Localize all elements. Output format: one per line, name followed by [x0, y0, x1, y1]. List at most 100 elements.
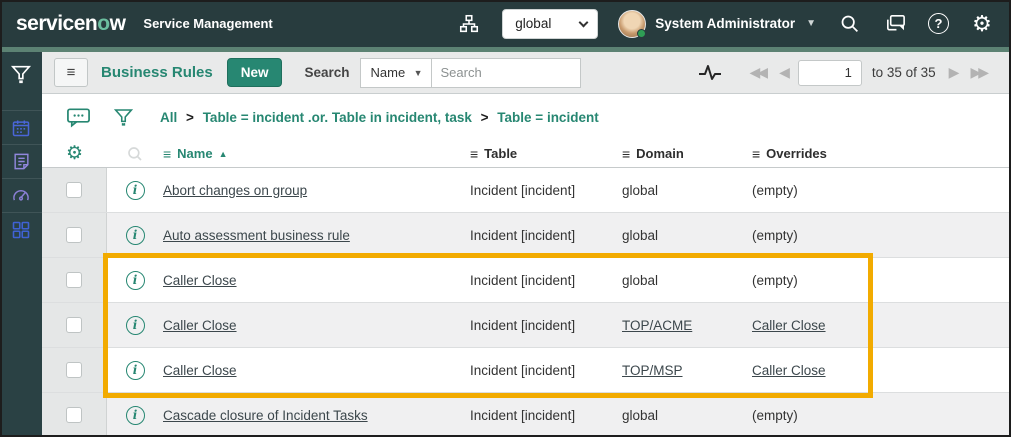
column-menu-icon: ≡	[752, 145, 761, 162]
table-cell: Incident [incident]	[470, 407, 576, 423]
filter-navigator-icon[interactable]	[0, 54, 42, 94]
record-link[interactable]: Caller Close	[163, 363, 237, 378]
user-menu[interactable]: System Administrator ▼	[618, 9, 816, 38]
row-checkbox[interactable]	[66, 407, 82, 423]
record-link[interactable]: Cascade closure of Incident Tasks	[163, 408, 368, 423]
servicenow-logo: servicenow	[16, 11, 126, 35]
overrides-cell: (empty)	[752, 227, 798, 243]
help-icon[interactable]: ?	[928, 13, 949, 34]
page-number-input[interactable]	[797, 59, 862, 86]
list-title: Business Rules	[101, 64, 213, 81]
document-icon[interactable]	[0, 144, 42, 178]
global-search-icon[interactable]	[836, 11, 862, 37]
info-icon[interactable]: i	[125, 315, 145, 335]
record-link[interactable]: Abort changes on group	[163, 183, 307, 198]
domain-cell: global	[622, 272, 659, 288]
table-cell: Incident [incident]	[470, 317, 576, 333]
table-cell: Incident [incident]	[470, 182, 576, 198]
column-search-icon[interactable]	[126, 145, 144, 163]
row-range-label: to 35 of 35	[871, 65, 936, 80]
breadcrumb-separator: >	[186, 109, 194, 125]
accent-strip	[0, 47, 1011, 52]
list-toolbar: ≡ Business Rules New Search Name ▼ ◀◀ ◀ …	[42, 52, 1011, 94]
list-rows: i Abort changes on group Incident [incid…	[42, 168, 1011, 437]
edge-sidebar	[0, 52, 42, 437]
servicenow-window: servicenow Service Management global Sys…	[0, 0, 1011, 437]
list-search-input[interactable]	[430, 57, 581, 88]
filter-icon[interactable]	[113, 106, 134, 128]
search-column-select[interactable]: Name ▼	[359, 57, 432, 88]
row-checkbox[interactable]	[66, 227, 82, 243]
column-header-name[interactable]: ≡ Name ▲	[163, 146, 470, 162]
connect-sitemap-icon[interactable]	[456, 11, 482, 37]
info-icon[interactable]: i	[125, 225, 145, 245]
domain-cell: global	[622, 182, 659, 198]
caret-down-icon: ▼	[806, 18, 816, 29]
new-button[interactable]: New	[226, 58, 283, 87]
sidebar-favorites-group	[0, 110, 42, 246]
record-link[interactable]: Caller Close	[163, 273, 237, 288]
row-checkbox[interactable]	[66, 272, 82, 288]
chat-icon[interactable]	[882, 11, 908, 37]
column-header-table[interactable]: ≡ Table	[470, 146, 622, 162]
settings-gear-icon[interactable]: ⚙	[969, 11, 995, 37]
overrides-cell: (empty)	[752, 182, 798, 198]
breadcrumb: All > Table = incident .or. Table in inc…	[160, 110, 599, 125]
row-checkbox[interactable]	[66, 182, 82, 198]
info-icon[interactable]: i	[125, 270, 145, 290]
table-row: i Caller Close Incident [incident] globa…	[42, 258, 1011, 303]
row-checkbox[interactable]	[66, 317, 82, 333]
activity-stream-icon[interactable]	[697, 61, 723, 85]
first-page-button[interactable]: ◀◀	[743, 64, 773, 81]
list-context-menu-button[interactable]: ≡	[54, 58, 88, 87]
column-menu-icon: ≡	[163, 145, 172, 162]
overrides-cell: (empty)	[752, 407, 798, 423]
info-icon[interactable]: i	[125, 360, 145, 380]
search-label: Search	[304, 65, 350, 80]
info-icon[interactable]: i	[125, 405, 145, 425]
overrides-cell: (empty)	[752, 272, 798, 288]
row-checkbox[interactable]	[66, 362, 82, 378]
table-cell: Incident [incident]	[470, 362, 576, 378]
column-menu-icon: ≡	[470, 145, 479, 162]
scope-select-value: global	[515, 16, 552, 31]
avatar	[618, 9, 647, 38]
record-link[interactable]: Auto assessment business rule	[163, 228, 350, 243]
info-icon[interactable]: i	[125, 180, 145, 200]
domain-cell: global	[622, 227, 659, 243]
domain-scope-select[interactable]: global	[502, 8, 599, 39]
previous-page-button[interactable]: ◀	[772, 64, 794, 81]
column-header-overrides[interactable]: ≡ Overrides	[752, 146, 1011, 162]
user-name: System Administrator	[655, 16, 796, 31]
table-row: i Abort changes on group Incident [incid…	[42, 168, 1011, 213]
next-page-button[interactable]: ▶	[942, 64, 964, 81]
record-link[interactable]: Caller Close	[163, 318, 237, 333]
breadcrumb-all[interactable]: All	[160, 110, 177, 125]
table-row: i Caller Close Incident [incident] TOP/M…	[42, 348, 1011, 393]
app-grid-icon[interactable]	[0, 212, 42, 246]
table-row: i Auto assessment business rule Incident…	[42, 213, 1011, 258]
presence-dot	[637, 28, 647, 38]
table-row: i Cascade closure of Incident Tasks Inci…	[42, 393, 1011, 437]
sort-ascending-icon: ▲	[218, 148, 228, 159]
domain-link[interactable]: TOP/MSP	[622, 363, 683, 378]
select-arrow-icon: ▼	[413, 67, 423, 78]
last-page-button[interactable]: ▶▶	[963, 64, 993, 81]
calendar-icon[interactable]	[0, 110, 42, 144]
table-cell: Incident [incident]	[470, 227, 576, 243]
search-column-value: Name	[370, 65, 406, 80]
overrides-link[interactable]: Caller Close	[752, 318, 826, 333]
gauge-icon[interactable]	[0, 178, 42, 212]
breadcrumb-row: All > Table = incident .or. Table in inc…	[42, 94, 1011, 140]
chevron-down-icon	[578, 17, 589, 27]
breadcrumb-filter-2[interactable]: Table = incident	[497, 110, 598, 125]
top-banner: servicenow Service Management global Sys…	[0, 0, 1011, 47]
breadcrumb-filter-1[interactable]: Table = incident .or. Table in incident,…	[203, 110, 472, 125]
column-header-domain[interactable]: ≡ Domain	[622, 146, 752, 162]
list-column-header: ⚙ ≡ Name ▲ ≡ Table ≡ Domain ≡ Overrides	[42, 140, 1011, 168]
comment-bubble-icon[interactable]	[66, 106, 91, 128]
domain-link[interactable]: TOP/ACME	[622, 318, 692, 333]
personalize-list-gear-icon[interactable]: ⚙	[66, 144, 83, 163]
app-title: Service Management	[143, 16, 273, 31]
overrides-link[interactable]: Caller Close	[752, 363, 826, 378]
